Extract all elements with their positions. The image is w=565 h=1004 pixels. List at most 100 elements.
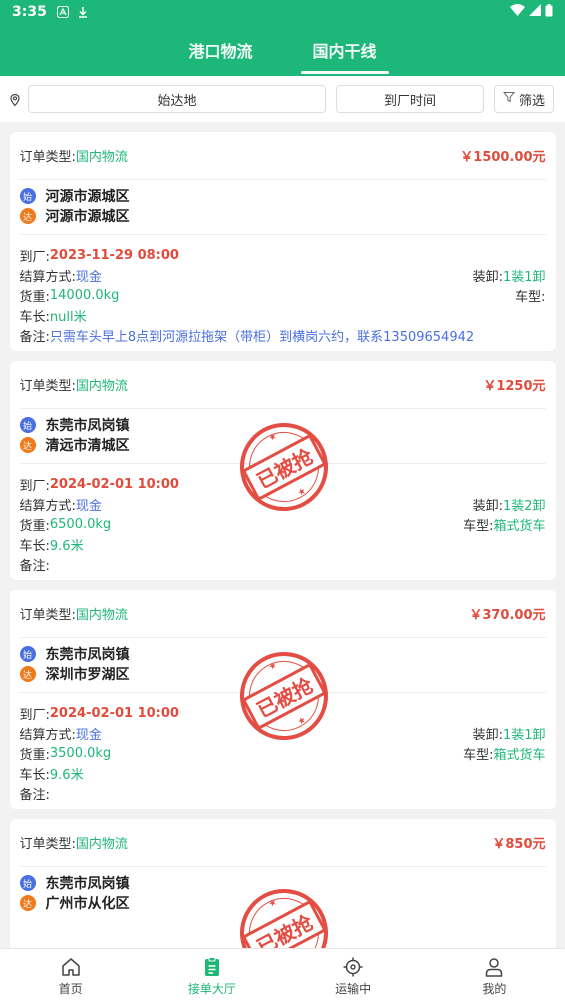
arrive-label: 到厂: [19, 249, 50, 265]
settle-value: 现金 [75, 498, 102, 514]
settle-value: 现金 [75, 269, 102, 285]
truck-type-value: 箱式货车 [493, 518, 546, 534]
length-label: 车长: [19, 767, 50, 783]
order-card[interactable]: 订单类型: 国内物流 ￥1500.00元 始河源市源城区 达河源市源城区 到厂:… [9, 132, 556, 351]
weight-label: 货重: [19, 518, 50, 534]
nav-in-transit[interactable]: 运输中 [283, 949, 424, 1004]
nav-home-label: 首页 [58, 982, 83, 996]
end-badge-icon: 达 [19, 895, 36, 911]
length-value: 9.6米 [49, 767, 84, 783]
destination-text: 清远市清城区 [45, 438, 130, 454]
settle-value: 现金 [75, 727, 102, 743]
end-badge-icon: 达 [19, 437, 36, 453]
top-tab-bar: 港口物流 国内干线 [0, 24, 565, 76]
nav-home[interactable]: 首页 [0, 949, 141, 1004]
remark-label: 备注: [19, 329, 50, 345]
remark-value: 只需车头早上8点到河源拉拖架（带柜）到横岗六约，联系13509654942 [49, 329, 475, 345]
arrive-label: 到厂: [19, 478, 50, 494]
order-type-row: 订单类型: 国内物流 ￥370.00元 [19, 590, 546, 638]
order-card[interactable]: 订单类型: 国内物流 ￥1250元 始东莞市凤岗镇 达清远市清城区 到厂: 202… [9, 361, 556, 580]
load-value: 1装2卸 [502, 498, 546, 514]
nav-order-hall[interactable]: 接单大厅 [141, 949, 282, 1004]
filter-label: 筛选 [518, 93, 545, 109]
truck-type-label: 车型: [463, 747, 494, 763]
truck-type-value: 箱式货车 [493, 747, 546, 763]
order-card[interactable]: 订单类型: 国内物流 ￥370.00元 始东莞市凤岗镇 达深圳市罗湖区 到厂: 2… [9, 590, 556, 809]
order-card[interactable]: 订单类型: 国内物流 ￥850元 始东莞市凤岗镇 达广州市从化区 ★ 已被抢 [9, 819, 556, 948]
truck-type-label: 车型: [463, 518, 494, 534]
crosshair-icon [342, 956, 364, 978]
nav-profile-label: 我的 [482, 982, 507, 996]
taken-stamp-text: 已被抢 [240, 662, 327, 730]
weight-label: 货重: [19, 747, 50, 763]
order-type-row: 订单类型: 国内物流 ￥1500.00元 [19, 132, 546, 180]
remark-label: 备注: [19, 787, 50, 803]
end-badge-icon: 达 [19, 666, 36, 682]
tab-domestic-trunk[interactable]: 国内干线 [300, 24, 389, 76]
bottom-nav: 首页 接单大厅 运输中 我的 [0, 948, 565, 1004]
order-type-label: 订单类型: [19, 608, 76, 623]
weight-label: 货重: [19, 289, 50, 305]
order-type-value: 国内物流 [75, 150, 128, 165]
status-time: 3:35 [12, 4, 47, 20]
length-label: 车长: [19, 309, 50, 325]
arrive-value: 2023-11-29 08:00 [49, 247, 179, 263]
order-list: 订单类型: 国内物流 ￥1500.00元 始河源市源城区 达河源市源城区 到厂:… [0, 122, 565, 948]
user-icon [483, 956, 505, 978]
tab-port-logistics[interactable]: 港口物流 [176, 24, 264, 76]
notification-a-icon [56, 6, 69, 18]
battery-icon [545, 3, 553, 21]
wifi-icon [510, 4, 525, 20]
truck-type-label: 车型: [515, 289, 546, 305]
origin-destination-selector[interactable]: 始达地 [28, 85, 326, 113]
order-details: 到厂: 2023-11-29 08:00 结算方式: 现金 装卸: 1装1卸 货重: 1… [20, 235, 546, 351]
start-badge-icon: 始 [19, 417, 36, 433]
load-label: 装卸: [472, 269, 503, 285]
taken-stamp-text: 已被抢 [240, 433, 327, 501]
destination-text: 深圳市罗湖区 [45, 667, 130, 683]
end-badge-icon: 达 [19, 208, 36, 224]
nav-in-transit-label: 运输中 [335, 982, 372, 996]
location-pin-icon [8, 92, 22, 107]
length-label: 车长: [19, 538, 50, 554]
filter-button[interactable]: 筛选 [494, 85, 554, 113]
origin-text: 东莞市凤岗镇 [45, 876, 130, 892]
load-value: 1装1卸 [502, 727, 546, 743]
destination-text: 河源市源城区 [45, 209, 130, 225]
load-label: 装卸: [472, 727, 503, 743]
origin-text: 河源市源城区 [45, 189, 130, 205]
weight-value: 3500.0kg [49, 745, 112, 761]
filter-bar: 始达地 到厂时间 筛选 [0, 76, 565, 122]
arrive-label: 到厂: [19, 707, 50, 723]
weight-value: 14000.0kg [49, 287, 120, 303]
start-badge-icon: 始 [19, 188, 36, 204]
arrive-value: 2024-02-01 10:00 [49, 476, 179, 492]
settle-label: 结算方式: [19, 727, 76, 743]
destination-text: 广州市从化区 [45, 896, 130, 912]
order-price: ￥1250元 [483, 379, 546, 394]
settle-label: 结算方式: [19, 498, 76, 514]
route-section: 始河源市源城区 达河源市源城区 [19, 180, 546, 235]
status-bar: 3:35 [0, 0, 565, 24]
order-type-value: 国内物流 [75, 379, 128, 394]
signal-icon [529, 4, 541, 20]
order-type-label: 订单类型: [19, 379, 76, 394]
order-price: ￥1500.00元 [460, 150, 546, 165]
order-price: ￥370.00元 [469, 608, 546, 623]
load-value: 1装1卸 [502, 269, 546, 285]
home-icon [60, 956, 82, 978]
remark-label: 备注: [19, 558, 50, 574]
weight-value: 6500.0kg [49, 516, 112, 532]
arrive-value: 2024-02-01 10:00 [49, 705, 179, 721]
order-type-label: 订单类型: [19, 150, 76, 165]
download-icon [77, 6, 89, 18]
nav-profile[interactable]: 我的 [424, 949, 565, 1004]
length-value: 9.6米 [49, 538, 84, 554]
order-type-value: 国内物流 [75, 608, 128, 623]
order-type-value: 国内物流 [75, 837, 128, 852]
nav-order-hall-label: 接单大厅 [187, 982, 236, 996]
taken-stamp-text: 已被抢 [240, 899, 327, 948]
order-price: ￥850元 [492, 837, 546, 852]
arrival-time-selector[interactable]: 到厂时间 [336, 85, 484, 113]
load-label: 装卸: [472, 498, 503, 514]
